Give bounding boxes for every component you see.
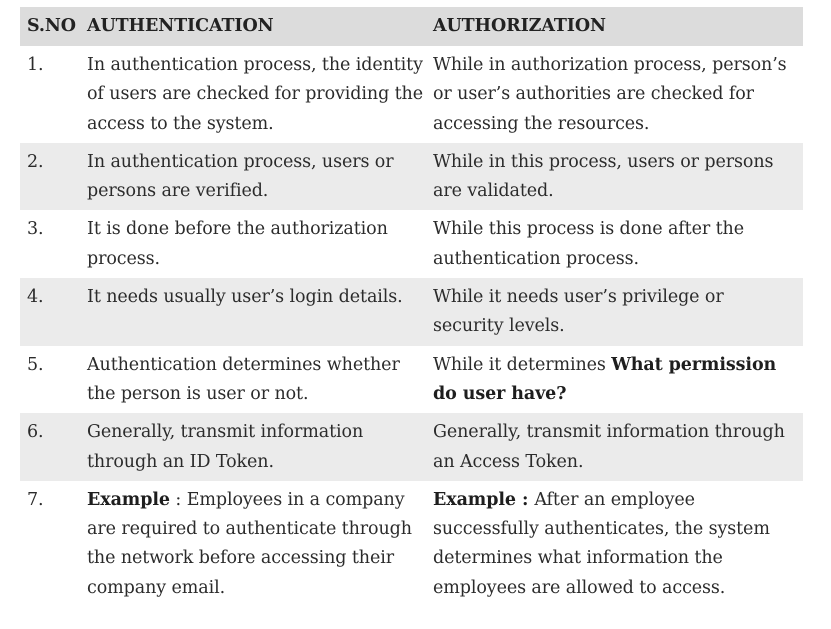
row-authentication-cell: Authentication determines whether the pe… bbox=[87, 354, 400, 404]
table-row: 4. It needs usually user’s login details… bbox=[20, 278, 803, 346]
table-row: 5. Authentication determines whether the… bbox=[20, 345, 803, 414]
row-authentication-cell: Generally, transmit information through … bbox=[87, 422, 364, 472]
row-authorization-cell: Generally, transmit information through … bbox=[433, 422, 785, 472]
table-row: 3. It is done before the authorization p… bbox=[20, 210, 803, 279]
row-authorization-cell: While this process is done after the aut… bbox=[433, 219, 744, 269]
row-sno: 6. bbox=[27, 422, 44, 443]
table-row: 1. In authentication process, the identi… bbox=[20, 46, 803, 143]
row-sno: 3. bbox=[27, 219, 44, 240]
row-authorization-cell: Example : After an employee successfully… bbox=[433, 481, 803, 611]
comparison-table: S.NO AUTHENTICATION AUTHORIZATION 1. In … bbox=[20, 7, 803, 612]
row-authorization-cell: While in this process, users or persons … bbox=[433, 151, 774, 202]
table-row: 7. Example : Employees in a company are … bbox=[20, 480, 803, 612]
row-authentication-cell: In authentication process, the identity … bbox=[87, 55, 423, 134]
example-label: Example bbox=[433, 489, 516, 510]
example-separator: : bbox=[169, 489, 187, 510]
row-authentication-cell: It needs usually user’s login details. bbox=[87, 287, 403, 308]
header-sno: S.NO bbox=[27, 16, 76, 36]
row-sno: 4. bbox=[27, 287, 44, 308]
row-sno: 1. bbox=[27, 55, 44, 75]
table-row: 6. Generally, transmit information throu… bbox=[20, 413, 803, 481]
header-authentication: AUTHENTICATION bbox=[87, 16, 274, 36]
authorization-prefix-text: While it determines bbox=[433, 354, 612, 375]
row-sno: 7. bbox=[27, 489, 44, 510]
row-authentication-cell: Example : Employees in a company are req… bbox=[87, 481, 433, 611]
example-label: Example bbox=[87, 489, 170, 510]
row-sno: 2. bbox=[27, 151, 44, 172]
table-row: 2. In authentication process, users or p… bbox=[20, 142, 803, 211]
row-authentication-cell: In authentication process, users or pers… bbox=[87, 151, 394, 202]
row-authorization-cell: While it needs user’s privilege or secur… bbox=[433, 287, 724, 337]
row-authorization-cell: While it determines What permission do u… bbox=[433, 346, 803, 414]
row-authorization-cell: While in authorization process, person’s… bbox=[433, 55, 787, 134]
row-authentication-cell: It is done before the authorization proc… bbox=[87, 219, 388, 269]
header-authorization: AUTHORIZATION bbox=[433, 16, 606, 36]
example-separator: : bbox=[515, 489, 535, 510]
row-sno: 5. bbox=[27, 354, 44, 375]
table-header-row: S.NO AUTHENTICATION AUTHORIZATION bbox=[20, 7, 803, 46]
